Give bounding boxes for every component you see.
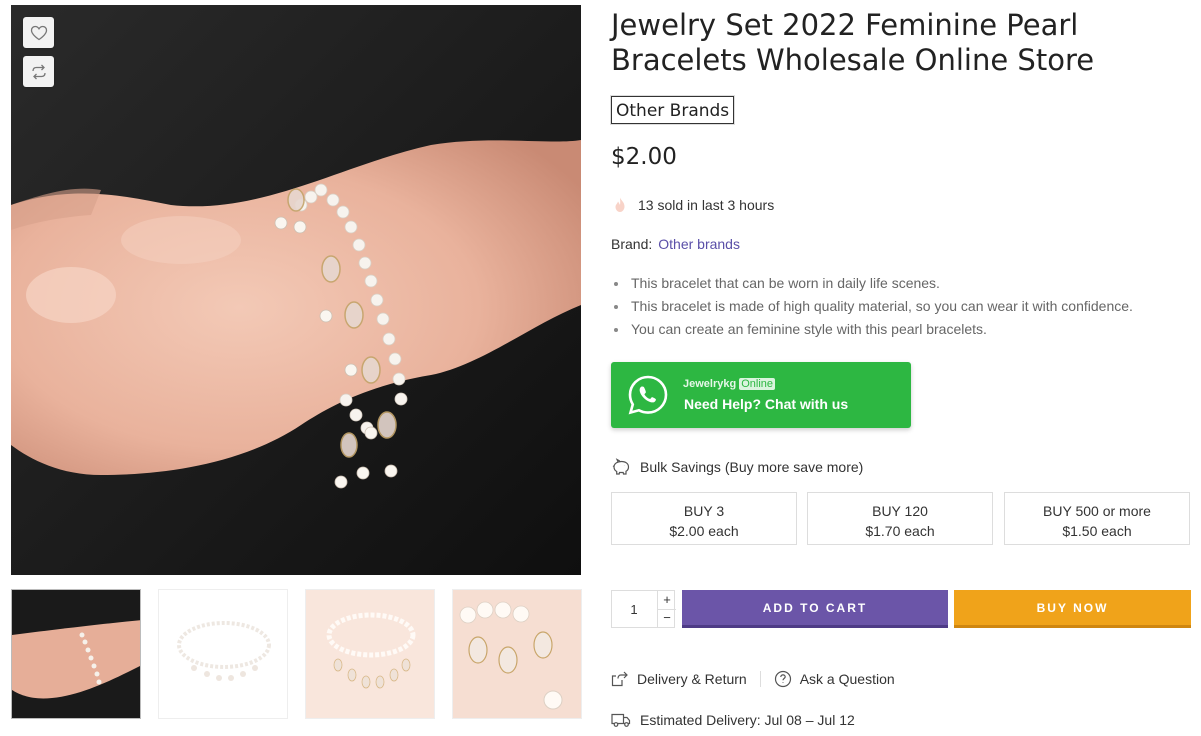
compare-button[interactable] bbox=[23, 56, 54, 87]
whatsapp-icon bbox=[628, 375, 668, 415]
bulk-savings-heading: Bulk Savings (Buy more save more) bbox=[611, 458, 863, 476]
feature-list: This bracelet that can be worn in daily … bbox=[611, 272, 1133, 341]
compare-icon bbox=[31, 64, 46, 79]
product-main-image[interactable] bbox=[11, 5, 581, 575]
estimated-delivery: Estimated Delivery: Jul 08 – Jul 12 bbox=[611, 712, 855, 728]
brand-link[interactable]: Other brands bbox=[658, 236, 740, 252]
chat-cta-text: Need Help? Chat with us bbox=[684, 396, 849, 412]
delivery-truck-icon bbox=[611, 713, 631, 727]
thumbnail-3[interactable] bbox=[305, 589, 435, 719]
divider bbox=[759, 671, 761, 687]
tier-quantity: BUY 120 bbox=[872, 503, 928, 519]
heart-icon bbox=[30, 25, 47, 40]
tier-price: $1.70 each bbox=[865, 523, 935, 539]
sold-text: 13 sold in last 3 hours bbox=[638, 197, 775, 213]
bracelet-photo bbox=[11, 5, 581, 575]
tier-quantity: BUY 500 or more bbox=[1043, 503, 1151, 519]
thumbnail-2[interactable] bbox=[158, 589, 288, 719]
brand-line: Brand: Other brands bbox=[611, 236, 740, 252]
bulk-tier-3[interactable]: BUY 500 or more $1.50 each bbox=[1004, 492, 1190, 545]
delivery-return-text: Delivery & Return bbox=[637, 671, 747, 687]
thumbnail-4[interactable] bbox=[452, 589, 582, 719]
ask-question-link[interactable]: Ask a Question bbox=[774, 670, 895, 688]
quantity-increase-button[interactable]: + bbox=[657, 591, 676, 610]
quantity-input[interactable] bbox=[612, 591, 656, 627]
agent-status-badge: Online bbox=[739, 378, 775, 390]
list-item: This bracelet that can be worn in daily … bbox=[611, 272, 1133, 295]
product-links: Delivery & Return Ask a Question bbox=[611, 670, 895, 688]
buy-now-button[interactable]: BUY NOW bbox=[954, 590, 1191, 628]
quantity-stepper: + − bbox=[611, 590, 676, 628]
quantity-decrease-button[interactable]: − bbox=[657, 609, 676, 627]
whatsapp-chat-button[interactable]: Jewelrykg Online Need Help? Chat with us bbox=[611, 362, 911, 428]
bulk-heading-text: Bulk Savings (Buy more save more) bbox=[640, 459, 864, 475]
brand-label: Brand: bbox=[611, 236, 653, 252]
estimated-delivery-text: Estimated Delivery: Jul 08 – Jul 12 bbox=[640, 712, 855, 728]
thumbnail-1[interactable] bbox=[11, 589, 141, 719]
share-box-icon bbox=[611, 671, 628, 687]
thumbnail-image bbox=[159, 590, 287, 718]
piggy-bank-icon bbox=[612, 458, 630, 475]
tier-price: $2.00 each bbox=[669, 523, 739, 539]
list-item: You can create an feminine style with th… bbox=[611, 318, 1133, 341]
delivery-return-link[interactable]: Delivery & Return bbox=[611, 670, 747, 688]
add-to-cart-button[interactable]: ADD TO CART bbox=[682, 590, 948, 628]
bulk-tier-2[interactable]: BUY 120 $1.70 each bbox=[807, 492, 993, 545]
brand-tag[interactable]: Other Brands bbox=[611, 96, 735, 124]
thumbnail-image bbox=[12, 590, 140, 718]
product-title: Jewelry Set 2022 Feminine Pearl Bracelet… bbox=[611, 8, 1095, 77]
ask-question-text: Ask a Question bbox=[799, 671, 895, 687]
agent-name-text: Jewelrykg bbox=[683, 378, 737, 390]
tier-quantity: BUY 3 bbox=[683, 503, 725, 519]
thumbnail-strip bbox=[11, 589, 583, 720]
thumbnail-image bbox=[306, 590, 434, 718]
thumbnail-image bbox=[453, 590, 581, 718]
wishlist-button[interactable] bbox=[23, 17, 54, 48]
agent-name: Jewelrykg Online bbox=[683, 378, 775, 390]
question-circle-icon bbox=[774, 670, 791, 688]
flame-icon bbox=[615, 197, 625, 212]
bulk-tier-1[interactable]: BUY 3 $2.00 each bbox=[611, 492, 797, 545]
tier-price: $1.50 each bbox=[1062, 523, 1132, 539]
product-price: $2.00 bbox=[611, 144, 677, 170]
list-item: This bracelet is made of high quality ma… bbox=[611, 295, 1133, 318]
sold-counter: 13 sold in last 3 hours bbox=[611, 196, 774, 214]
